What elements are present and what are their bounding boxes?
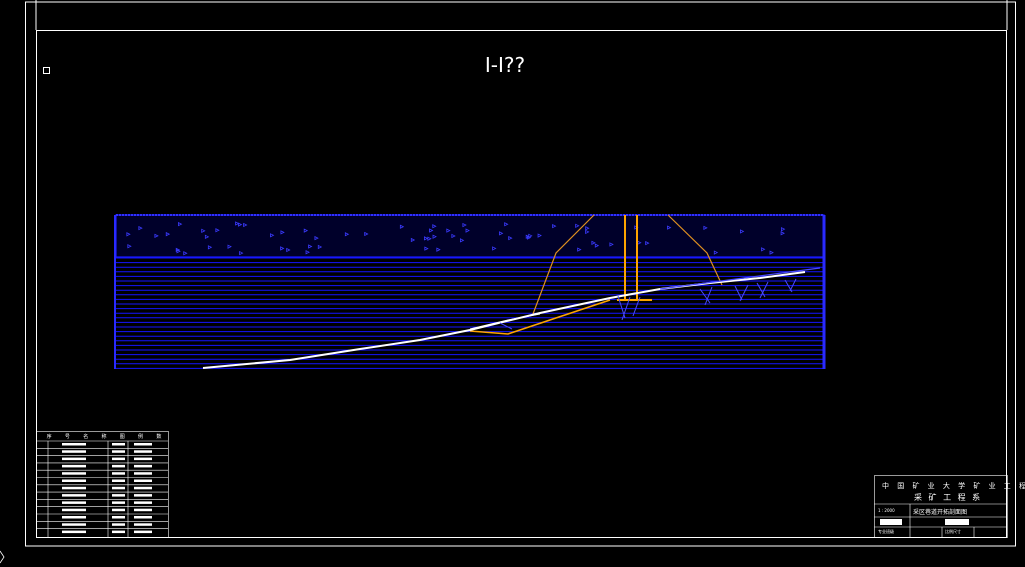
legend-entry-mark (134, 530, 152, 534)
legend-entry-mark (62, 486, 86, 490)
legend-entry-mark (134, 508, 152, 512)
coal-seam (202, 271, 806, 369)
legend-entry-mark (112, 443, 125, 446)
legend-header-cell: 称 (101, 434, 107, 440)
legend-entry-mark (62, 516, 86, 519)
legend-entry-mark (112, 479, 125, 482)
legend-header-cell: 例 (138, 434, 144, 440)
title-block-drawing-name: 采区巷道开拓剖面图 (913, 509, 968, 516)
title-block-department: 采 矿 工 程 系 (914, 493, 983, 502)
legend-header-cell: 图 (119, 434, 125, 440)
legend-entry-mark (112, 457, 125, 461)
legend-entry-mark (62, 494, 86, 497)
legend-entry-mark (134, 501, 152, 504)
legend-entry-mark (134, 443, 152, 446)
legend-entry-mark (62, 457, 86, 461)
legend-entry-mark (134, 479, 152, 482)
legend-entry-mark (134, 494, 152, 497)
legend-entry-mark (62, 523, 86, 526)
legend-entry-mark (112, 464, 125, 468)
legend-entry-mark (62, 464, 86, 468)
legend-entry-mark (112, 508, 125, 512)
title-block-ratio: 比例尺寸 (945, 529, 961, 534)
legend-entry-mark (62, 472, 86, 475)
legend-entry-mark (62, 443, 86, 446)
legend-entry-mark (134, 486, 152, 490)
legend-entry-mark (134, 516, 152, 519)
legend-header-cell: 序 (46, 434, 52, 440)
legend-entry-mark (112, 523, 125, 526)
legend-header-cell: 名 (83, 434, 89, 440)
legend-header-cell: 数 (156, 434, 162, 440)
legend-entry-mark (112, 450, 125, 453)
origin-marker (43, 67, 50, 74)
legend-entry-mark (62, 530, 86, 534)
legend-entry-mark (134, 523, 152, 526)
corner-mark (0, 550, 5, 564)
cad-drawing-canvas (0, 0, 1016, 564)
title-block-class: 专业班级 (878, 529, 894, 534)
legend-entry-mark (134, 464, 152, 468)
legend-entry-mark (134, 472, 152, 475)
section-title: I-I?? (484, 53, 526, 77)
legend-entry-mark (62, 450, 86, 453)
legend-entry-mark (112, 486, 125, 490)
legend-entry-mark (112, 530, 125, 534)
legend-entry-mark (112, 501, 125, 504)
legend-entry-mark (112, 494, 125, 497)
legend-header-cell: 号 (64, 434, 70, 440)
legend-entry-mark (62, 479, 86, 482)
legend-entry-mark (112, 516, 125, 519)
legend-entry-mark (112, 472, 125, 475)
legend-entry-mark (134, 457, 152, 461)
title-block-fills (880, 519, 969, 525)
title-block-school: 中 国 矿 业 大 学 矿 业 工 程 (882, 482, 1025, 490)
title-block-scale: 1 : 2000 (878, 508, 895, 513)
sheet-frame (25, 0, 1016, 547)
legend-entry-mark (134, 450, 152, 453)
rock-strata-lines (116, 257, 824, 369)
shaft-bottom-roadway (469, 299, 611, 335)
legend-table-header: 序 号 名 称 图 例 数 (40, 433, 168, 440)
legend-entry-mark (62, 501, 86, 504)
legend-table (36, 431, 169, 538)
legend-entry-mark (62, 508, 86, 512)
alluvium-layer (115, 214, 825, 258)
